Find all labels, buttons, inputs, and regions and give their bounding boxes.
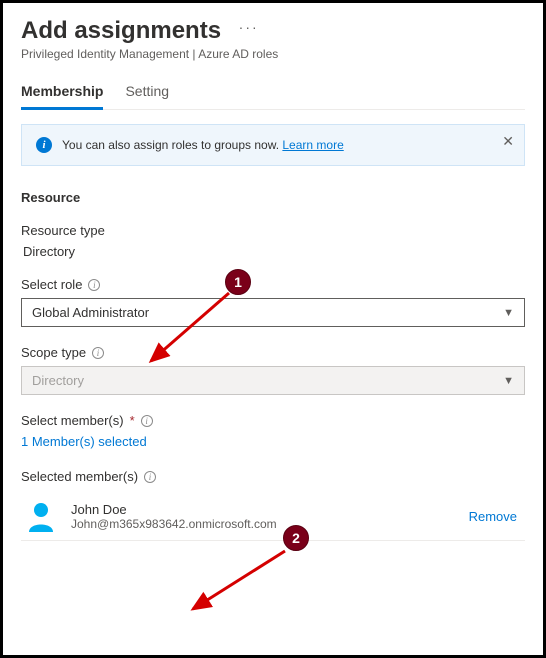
select-role-value: Global Administrator [32, 305, 149, 320]
scope-type-dropdown: Directory ▼ [21, 366, 525, 395]
help-icon[interactable]: i [144, 471, 156, 483]
more-menu-icon[interactable]: ··· [239, 19, 259, 35]
resource-heading: Resource [21, 190, 525, 205]
members-selected-link[interactable]: 1 Member(s) selected [21, 434, 147, 449]
chevron-down-icon: ▼ [503, 307, 514, 319]
learn-more-link[interactable]: Learn more [282, 138, 343, 152]
remove-link[interactable]: Remove [469, 509, 517, 524]
member-email: John@m365x983642.onmicrosoft.com [71, 517, 469, 531]
selected-members-label: Selected member(s) i [21, 469, 525, 484]
chevron-down-icon: ▼ [503, 375, 514, 387]
help-icon[interactable]: i [141, 415, 153, 427]
avatar-icon [23, 498, 59, 534]
tab-bar: Membership Setting [21, 83, 525, 110]
tab-setting[interactable]: Setting [125, 83, 169, 110]
select-role-dropdown[interactable]: Global Administrator ▼ [21, 298, 525, 327]
info-text: You can also assign roles to groups now.… [62, 138, 344, 152]
select-members-label: Select member(s) * i [21, 413, 525, 428]
select-role-label: Select role i [21, 277, 525, 292]
page-title: Add assignments [21, 17, 221, 45]
member-name: John Doe [71, 502, 469, 517]
scope-type-label: Scope type i [21, 345, 525, 360]
help-icon[interactable]: i [88, 279, 100, 291]
scope-type-value: Directory [32, 373, 84, 388]
breadcrumb: Privileged Identity Management | Azure A… [21, 47, 525, 61]
help-icon[interactable]: i [92, 347, 104, 359]
resource-type-label: Resource type [21, 223, 525, 238]
member-row: John Doe John@m365x983642.onmicrosoft.co… [21, 492, 525, 541]
annotation-arrow-2 [175, 545, 295, 623]
resource-type-value: Directory [21, 244, 525, 259]
info-banner: i You can also assign roles to groups no… [21, 124, 525, 166]
tab-membership[interactable]: Membership [21, 83, 103, 110]
info-icon: i [36, 137, 52, 153]
close-icon[interactable]: ✕ [502, 133, 514, 150]
